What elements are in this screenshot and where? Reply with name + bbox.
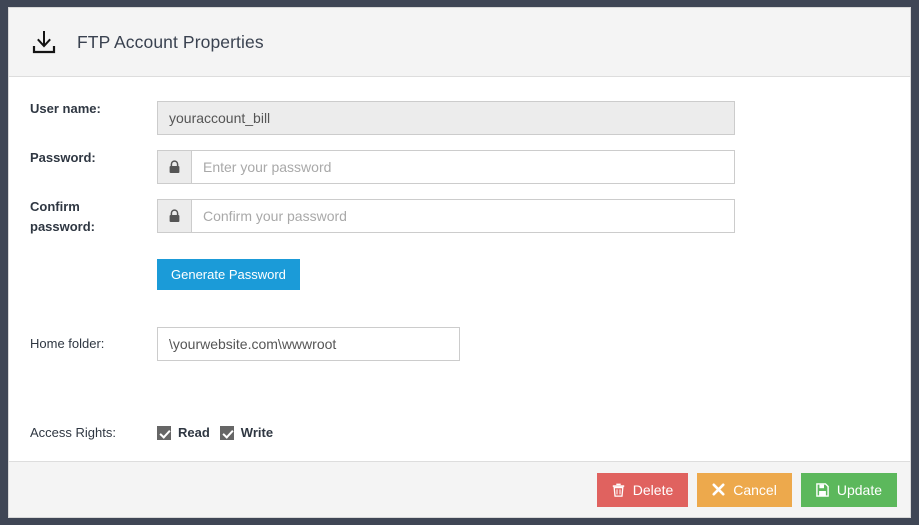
username-input[interactable]: youraccount_bill xyxy=(157,101,735,135)
row-confirm-password: Confirm password: Confirm your password xyxy=(9,199,910,234)
ftp-account-properties-window: FTP Account Properties User name: yourac… xyxy=(8,7,911,518)
panel-header: FTP Account Properties xyxy=(9,8,910,77)
lock-icon xyxy=(157,150,191,184)
username-label: User name: xyxy=(30,101,101,116)
password-label: Password: xyxy=(30,150,96,165)
password-input-group: Enter your password xyxy=(157,150,735,184)
home-folder-label: Home folder: xyxy=(30,336,105,351)
read-checkbox-label: Read xyxy=(178,425,210,440)
confirm-password-label-line2: password: xyxy=(30,219,96,234)
confirm-password-label-line1: Confirm xyxy=(30,199,80,214)
save-floppy-icon xyxy=(816,482,829,497)
write-checkbox-label: Write xyxy=(240,425,274,440)
panel-body: User name: youraccount_bill Password: En… xyxy=(9,77,910,461)
generate-password-button[interactable]: Generate Password xyxy=(157,259,300,290)
update-button-label: Update xyxy=(836,481,882,498)
row-home-folder: Home folder: \yourwebsite.com\wwwroot xyxy=(9,327,910,361)
delete-button[interactable]: Delete xyxy=(596,472,689,507)
download-icon xyxy=(27,25,61,59)
confirm-password-input-group: Confirm your password xyxy=(157,199,735,233)
row-access-rights: Access Rights: Read Write xyxy=(9,425,910,440)
row-generate-password: Generate Password xyxy=(9,259,910,290)
write-checkbox[interactable] xyxy=(219,425,234,440)
access-rights-checkbox-group: Read Write xyxy=(157,425,910,440)
password-input[interactable]: Enter your password xyxy=(191,150,735,184)
page-title: FTP Account Properties xyxy=(77,31,264,52)
close-x-icon xyxy=(712,483,725,496)
update-button[interactable]: Update xyxy=(800,472,897,507)
confirm-password-label: Confirm password: xyxy=(9,199,157,234)
cancel-button[interactable]: Cancel xyxy=(697,472,792,507)
lock-icon xyxy=(157,199,191,233)
trash-icon xyxy=(612,483,625,497)
row-password: Password: Enter your password xyxy=(9,150,910,184)
home-folder-input[interactable]: \yourwebsite.com\wwwroot xyxy=(157,327,460,361)
panel-footer: Delete Cancel Update xyxy=(9,461,910,517)
confirm-password-input[interactable]: Confirm your password xyxy=(191,199,735,233)
screen: FTP Account Properties User name: yourac… xyxy=(0,0,919,525)
cancel-button-label: Cancel xyxy=(733,481,777,498)
delete-button-label: Delete xyxy=(632,481,674,498)
row-username: User name: youraccount_bill xyxy=(9,101,910,135)
read-checkbox[interactable] xyxy=(157,425,171,440)
access-rights-label: Access Rights: xyxy=(30,425,116,440)
